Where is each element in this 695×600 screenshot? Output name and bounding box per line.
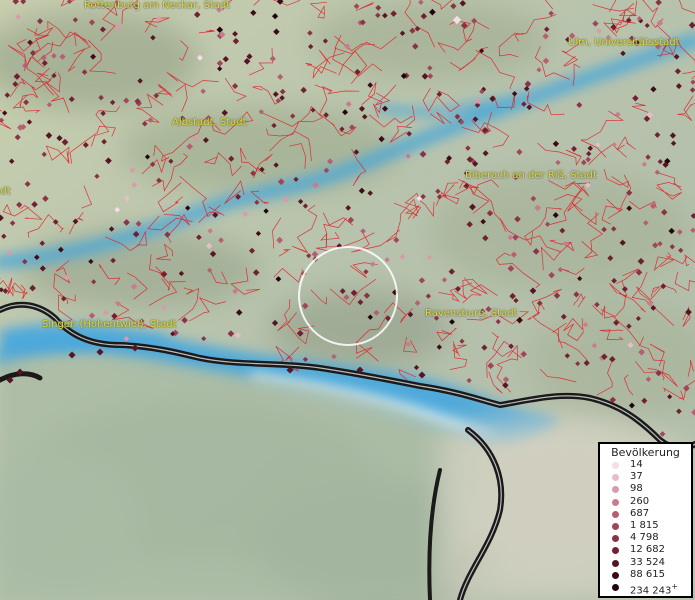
- legend-item: 260: [600, 496, 691, 508]
- legend-value: 98: [630, 483, 643, 495]
- legend-swatch: [612, 462, 619, 469]
- legend-swatch: [612, 486, 619, 494]
- legend-value: 33 524: [630, 556, 665, 568]
- legend-value: 234 243+: [630, 581, 679, 597]
- legend-swatch: [612, 510, 619, 518]
- city-label-edge: Stadt: [0, 186, 11, 197]
- legend-swatch: [612, 559, 619, 567]
- legend-item: 37: [600, 471, 691, 483]
- legend-item: 1 815: [600, 520, 691, 532]
- legend-swatch: [612, 498, 619, 506]
- legend-item: 4 798: [600, 532, 691, 544]
- city-label-ravensburg: Ravensburg, Stadt: [425, 308, 518, 319]
- map-layer[interactable]: [0, 0, 695, 600]
- legend-value: 260: [630, 495, 650, 507]
- city-label-biberach: Biberach an der Riß, Stadt: [465, 170, 597, 181]
- legend-value: 37: [630, 471, 643, 483]
- legend-swatch: [612, 547, 619, 555]
- legend-item: 33 524: [600, 557, 691, 569]
- legend-item: 14: [600, 459, 691, 471]
- city-label-albstadt: Albstadt, Stadt: [172, 117, 247, 128]
- legend-item: 234 243+: [600, 581, 691, 596]
- city-label-singen: Singen (Hohentwiel), Stadt: [42, 319, 177, 330]
- legend-item: 687: [600, 508, 691, 520]
- legend-title: Bevölkerung: [611, 446, 680, 459]
- city-label-rottenburg: Rottenburg am Neckar, Stadt: [84, 0, 231, 11]
- legend-rows: 14 37 98 260 687 1 815 4 798 12 682 33 524 88 615…: [600, 459, 691, 596]
- city-label-ulm: Ulm, Universitätsstadt: [568, 37, 680, 48]
- legend-swatch: [612, 583, 619, 591]
- legend-value: 687: [630, 507, 650, 519]
- legend-swatch: [612, 522, 619, 530]
- population-legend: Bevölkerung 14 37 98 260 687 1 815 4 798 12 682…: [598, 442, 693, 598]
- legend-suffix: +: [671, 581, 679, 591]
- legend-swatch: [612, 571, 619, 579]
- legend-swatch: [612, 535, 619, 543]
- legend-value: 14: [630, 459, 643, 470]
- legend-item: 98: [600, 483, 691, 495]
- legend-value: 12 682: [630, 544, 665, 556]
- legend-value: 1 815: [630, 519, 659, 531]
- legend-value: 88 615: [630, 568, 665, 580]
- legend-item: 88 615: [600, 569, 691, 581]
- legend-value: 4 798: [630, 532, 659, 544]
- legend-item: 12 682: [600, 544, 691, 556]
- map-canvas[interactable]: Rottenburg am Neckar, Stadt Ulm, Univers…: [0, 0, 695, 600]
- legend-swatch: [612, 474, 619, 482]
